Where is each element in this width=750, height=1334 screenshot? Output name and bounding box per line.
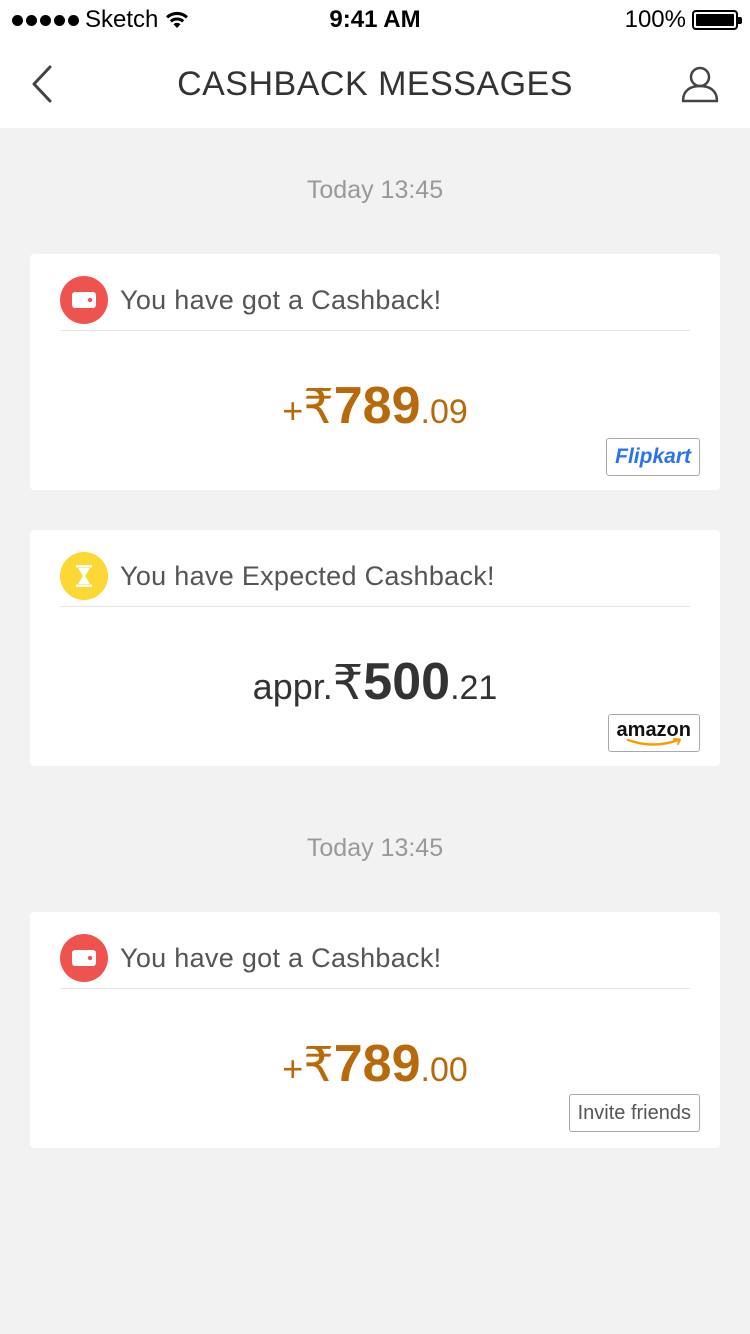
profile-button[interactable] [678,62,722,106]
amount-prefix: appr. [252,666,333,707]
amount-prefix: + [282,1048,304,1089]
card-title: You have Expected Cashback! [120,560,495,591]
page-title: CASHBACK MESSAGES [177,65,573,103]
card-header: You have Expected Cashback! [60,546,690,606]
card-header: You have got a Cashback! [60,928,690,988]
wallet-icon [60,934,108,982]
amount-whole: 500 [363,653,451,711]
expected-cashback-card[interactable]: You have Expected Cashback! appr.₹500.21… [30,530,720,766]
amount-whole: 789 [333,1035,421,1093]
cashback-amount: +₹789.09 [30,376,720,436]
divider [60,606,690,607]
card-title: You have got a Cashback! [120,284,442,315]
amount-decimal: .09 [420,393,468,431]
merchant-name: amazon [616,718,691,741]
amount-whole: 789 [333,377,421,435]
battery-icon [692,10,742,30]
nav-bar: CASHBACK MESSAGES [0,40,750,128]
status-right: 100% [624,6,742,34]
amazon-smile-icon [626,737,681,746]
amount-decimal: .21 [450,669,498,707]
currency-symbol: ₹ [332,657,364,710]
flipkart-logo: Flipkart [606,438,700,476]
divider [60,988,690,989]
battery-percentage: 100% [624,6,686,33]
wallet-icon [60,276,108,324]
invite-friends-button[interactable]: Invite friends [568,1094,700,1132]
amount-prefix: + [282,390,304,431]
battery-fill [696,14,734,26]
card-header: You have got a Cashback! [60,270,690,330]
cashback-message-card[interactable]: You have got a Cashback! +₹789.09 Flipka… [30,254,720,490]
message-timestamp: Today 13:45 [306,834,444,862]
currency-symbol: ₹ [303,1039,334,1092]
amount-decimal: .00 [420,1051,468,1089]
cashback-amount: +₹789.00 [30,1034,720,1094]
hourglass-icon [60,552,108,600]
currency-symbol: ₹ [303,381,334,434]
message-timestamp: Today 13:45 [306,176,444,204]
amazon-logo: amazon [607,714,700,752]
divider [60,330,690,331]
merchant-name: Flipkart [615,445,691,468]
expected-amount: appr.₹500.21 [30,652,720,712]
cashback-message-card[interactable]: You have got a Cashback! +₹789.00 Invite… [30,912,720,1148]
status-bar: Sketch 9:41 AM 100% [0,0,750,40]
card-title: You have got a Cashback! [120,942,442,973]
user-icon [681,66,719,103]
